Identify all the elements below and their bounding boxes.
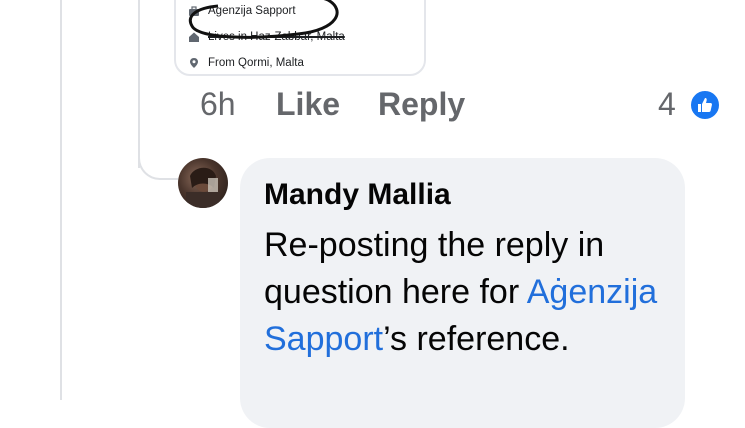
home-icon bbox=[188, 31, 200, 43]
thread-connector bbox=[138, 140, 178, 180]
reply-bubble: Mandy Mallia Re-posting the reply in que… bbox=[240, 158, 685, 428]
profile-work: Agenzija Sapport bbox=[208, 5, 296, 17]
avatar[interactable] bbox=[178, 158, 228, 208]
location-pin-icon bbox=[188, 57, 200, 69]
thumbs-up-icon[interactable] bbox=[689, 89, 721, 121]
profile-from-row: From Qormi, Malta bbox=[188, 57, 304, 69]
like-button[interactable]: Like bbox=[276, 86, 340, 123]
reply-text-after: ’s reference. bbox=[383, 320, 570, 358]
profile-from: From Qormi, Malta bbox=[208, 57, 304, 69]
reply-button[interactable]: Reply bbox=[378, 86, 465, 123]
reply-text: Re-posting the reply in question here fo… bbox=[264, 222, 679, 363]
profile-card[interactable]: Agenzija Sapport Lives in Haz-Zabbar, Ma… bbox=[174, 0, 426, 76]
thread-line-outer bbox=[60, 0, 62, 400]
reaction-count[interactable]: 4 bbox=[658, 86, 676, 123]
profile-lives: Lives in Haz-Zabbar, Malta bbox=[208, 31, 345, 43]
briefcase-icon bbox=[188, 5, 200, 17]
profile-work-row: Agenzija Sapport bbox=[188, 5, 296, 17]
comment-time[interactable]: 6h bbox=[200, 86, 236, 123]
reply-author[interactable]: Mandy Mallia bbox=[264, 178, 451, 212]
profile-lives-row: Lives in Haz-Zabbar, Malta bbox=[188, 31, 345, 43]
